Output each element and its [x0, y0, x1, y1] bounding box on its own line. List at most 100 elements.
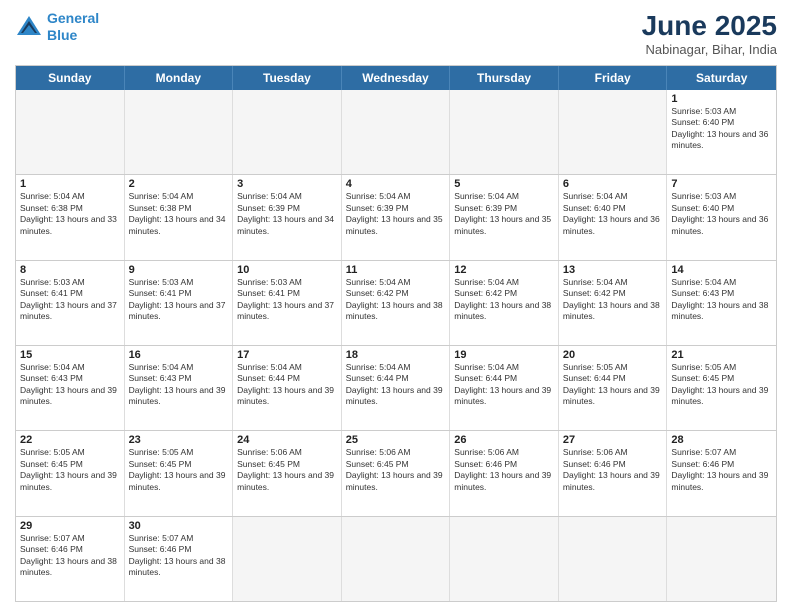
calendar-row-1: 1Sunrise: 5:04 AMSunset: 6:38 PMDaylight… — [16, 174, 776, 259]
cell-sunset: Sunset: 6:46 PM — [563, 459, 663, 470]
cell-sunrise: Sunrise: 5:04 AM — [671, 277, 772, 288]
calendar-cell: 6Sunrise: 5:04 AMSunset: 6:40 PMDaylight… — [559, 175, 668, 259]
cell-sunset: Sunset: 6:45 PM — [129, 459, 229, 470]
cell-daylight: Daylight: 13 hours and 39 minutes. — [20, 470, 120, 493]
header-day-sunday: Sunday — [16, 66, 125, 90]
cell-sunrise: Sunrise: 5:04 AM — [563, 191, 663, 202]
cell-sunrise: Sunrise: 5:03 AM — [20, 277, 120, 288]
calendar-header: SundayMondayTuesdayWednesdayThursdayFrid… — [16, 66, 776, 90]
cell-sunrise: Sunrise: 5:03 AM — [129, 277, 229, 288]
cell-sunrise: Sunrise: 5:04 AM — [129, 362, 229, 373]
cell-sunrise: Sunrise: 5:04 AM — [454, 191, 554, 202]
logo-line1: General — [47, 10, 99, 26]
logo-icon — [15, 13, 43, 41]
day-number: 1 — [671, 93, 772, 105]
cell-sunset: Sunset: 6:38 PM — [20, 203, 120, 214]
calendar-row-2: 8Sunrise: 5:03 AMSunset: 6:41 PMDaylight… — [16, 260, 776, 345]
cell-daylight: Daylight: 13 hours and 39 minutes. — [671, 385, 772, 408]
day-number: 24 — [237, 434, 337, 446]
cell-sunset: Sunset: 6:41 PM — [237, 288, 337, 299]
calendar-row-0: 1Sunrise: 5:03 AMSunset: 6:40 PMDaylight… — [16, 90, 776, 174]
calendar-cell: 22Sunrise: 5:05 AMSunset: 6:45 PMDayligh… — [16, 431, 125, 515]
calendar-body: 1Sunrise: 5:03 AMSunset: 6:40 PMDaylight… — [16, 90, 776, 601]
cell-sunrise: Sunrise: 5:06 AM — [346, 447, 446, 458]
cell-sunset: Sunset: 6:44 PM — [346, 373, 446, 384]
cell-sunset: Sunset: 6:45 PM — [237, 459, 337, 470]
cell-daylight: Daylight: 13 hours and 36 minutes. — [563, 214, 663, 237]
day-number: 25 — [346, 434, 446, 446]
cell-sunset: Sunset: 6:43 PM — [671, 288, 772, 299]
cell-sunrise: Sunrise: 5:06 AM — [237, 447, 337, 458]
calendar-cell: 1Sunrise: 5:04 AMSunset: 6:38 PMDaylight… — [16, 175, 125, 259]
day-number: 8 — [20, 264, 120, 276]
logo-line2: Blue — [47, 27, 77, 43]
cell-daylight: Daylight: 13 hours and 36 minutes. — [671, 214, 772, 237]
cell-sunset: Sunset: 6:39 PM — [346, 203, 446, 214]
day-number: 12 — [454, 264, 554, 276]
cell-sunrise: Sunrise: 5:06 AM — [454, 447, 554, 458]
calendar-cell — [342, 90, 451, 174]
main-title: June 2025 — [642, 10, 777, 42]
day-number: 28 — [671, 434, 772, 446]
calendar-cell: 24Sunrise: 5:06 AMSunset: 6:45 PMDayligh… — [233, 431, 342, 515]
calendar-cell: 17Sunrise: 5:04 AMSunset: 6:44 PMDayligh… — [233, 346, 342, 430]
cell-sunset: Sunset: 6:44 PM — [563, 373, 663, 384]
cell-sunrise: Sunrise: 5:05 AM — [20, 447, 120, 458]
cell-daylight: Daylight: 13 hours and 39 minutes. — [671, 470, 772, 493]
cell-sunrise: Sunrise: 5:04 AM — [346, 191, 446, 202]
day-number: 17 — [237, 349, 337, 361]
cell-daylight: Daylight: 13 hours and 38 minutes. — [563, 300, 663, 323]
calendar-cell: 30Sunrise: 5:07 AMSunset: 6:46 PMDayligh… — [125, 517, 234, 601]
calendar-cell: 2Sunrise: 5:04 AMSunset: 6:38 PMDaylight… — [125, 175, 234, 259]
header: General Blue June 2025 Nabinagar, Bihar,… — [15, 10, 777, 57]
calendar-cell — [233, 517, 342, 601]
calendar-row-5: 29Sunrise: 5:07 AMSunset: 6:46 PMDayligh… — [16, 516, 776, 601]
cell-sunset: Sunset: 6:45 PM — [20, 459, 120, 470]
cell-daylight: Daylight: 13 hours and 39 minutes. — [454, 470, 554, 493]
calendar-cell: 14Sunrise: 5:04 AMSunset: 6:43 PMDayligh… — [667, 261, 776, 345]
cell-sunrise: Sunrise: 5:07 AM — [129, 533, 229, 544]
cell-sunrise: Sunrise: 5:04 AM — [563, 277, 663, 288]
day-number: 7 — [671, 178, 772, 190]
cell-sunrise: Sunrise: 5:04 AM — [237, 191, 337, 202]
header-day-friday: Friday — [559, 66, 668, 90]
day-number: 22 — [20, 434, 120, 446]
header-day-thursday: Thursday — [450, 66, 559, 90]
calendar-cell: 18Sunrise: 5:04 AMSunset: 6:44 PMDayligh… — [342, 346, 451, 430]
cell-daylight: Daylight: 13 hours and 38 minutes. — [454, 300, 554, 323]
day-number: 19 — [454, 349, 554, 361]
cell-sunset: Sunset: 6:45 PM — [671, 373, 772, 384]
cell-sunrise: Sunrise: 5:05 AM — [129, 447, 229, 458]
day-number: 13 — [563, 264, 663, 276]
cell-sunrise: Sunrise: 5:04 AM — [129, 191, 229, 202]
cell-sunset: Sunset: 6:46 PM — [20, 544, 120, 555]
logo-text: General Blue — [47, 10, 99, 44]
calendar-cell: 23Sunrise: 5:05 AMSunset: 6:45 PMDayligh… — [125, 431, 234, 515]
cell-sunset: Sunset: 6:40 PM — [671, 117, 772, 128]
cell-sunset: Sunset: 6:39 PM — [237, 203, 337, 214]
calendar-cell — [233, 90, 342, 174]
calendar-cell: 21Sunrise: 5:05 AMSunset: 6:45 PMDayligh… — [667, 346, 776, 430]
cell-sunrise: Sunrise: 5:03 AM — [671, 106, 772, 117]
cell-sunrise: Sunrise: 5:07 AM — [671, 447, 772, 458]
calendar-cell: 9Sunrise: 5:03 AMSunset: 6:41 PMDaylight… — [125, 261, 234, 345]
cell-sunrise: Sunrise: 5:05 AM — [563, 362, 663, 373]
calendar-cell — [16, 90, 125, 174]
calendar-cell — [450, 517, 559, 601]
day-number: 18 — [346, 349, 446, 361]
cell-sunset: Sunset: 6:41 PM — [129, 288, 229, 299]
cell-sunset: Sunset: 6:46 PM — [671, 459, 772, 470]
cell-daylight: Daylight: 13 hours and 39 minutes. — [563, 470, 663, 493]
cell-sunrise: Sunrise: 5:04 AM — [20, 191, 120, 202]
cell-sunrise: Sunrise: 5:04 AM — [454, 277, 554, 288]
calendar-cell: 25Sunrise: 5:06 AMSunset: 6:45 PMDayligh… — [342, 431, 451, 515]
day-number: 30 — [129, 520, 229, 532]
cell-sunrise: Sunrise: 5:04 AM — [20, 362, 120, 373]
header-day-wednesday: Wednesday — [342, 66, 451, 90]
day-number: 5 — [454, 178, 554, 190]
cell-sunrise: Sunrise: 5:06 AM — [563, 447, 663, 458]
calendar-cell: 7Sunrise: 5:03 AMSunset: 6:40 PMDaylight… — [667, 175, 776, 259]
cell-sunset: Sunset: 6:40 PM — [671, 203, 772, 214]
cell-sunset: Sunset: 6:40 PM — [563, 203, 663, 214]
cell-sunset: Sunset: 6:39 PM — [454, 203, 554, 214]
